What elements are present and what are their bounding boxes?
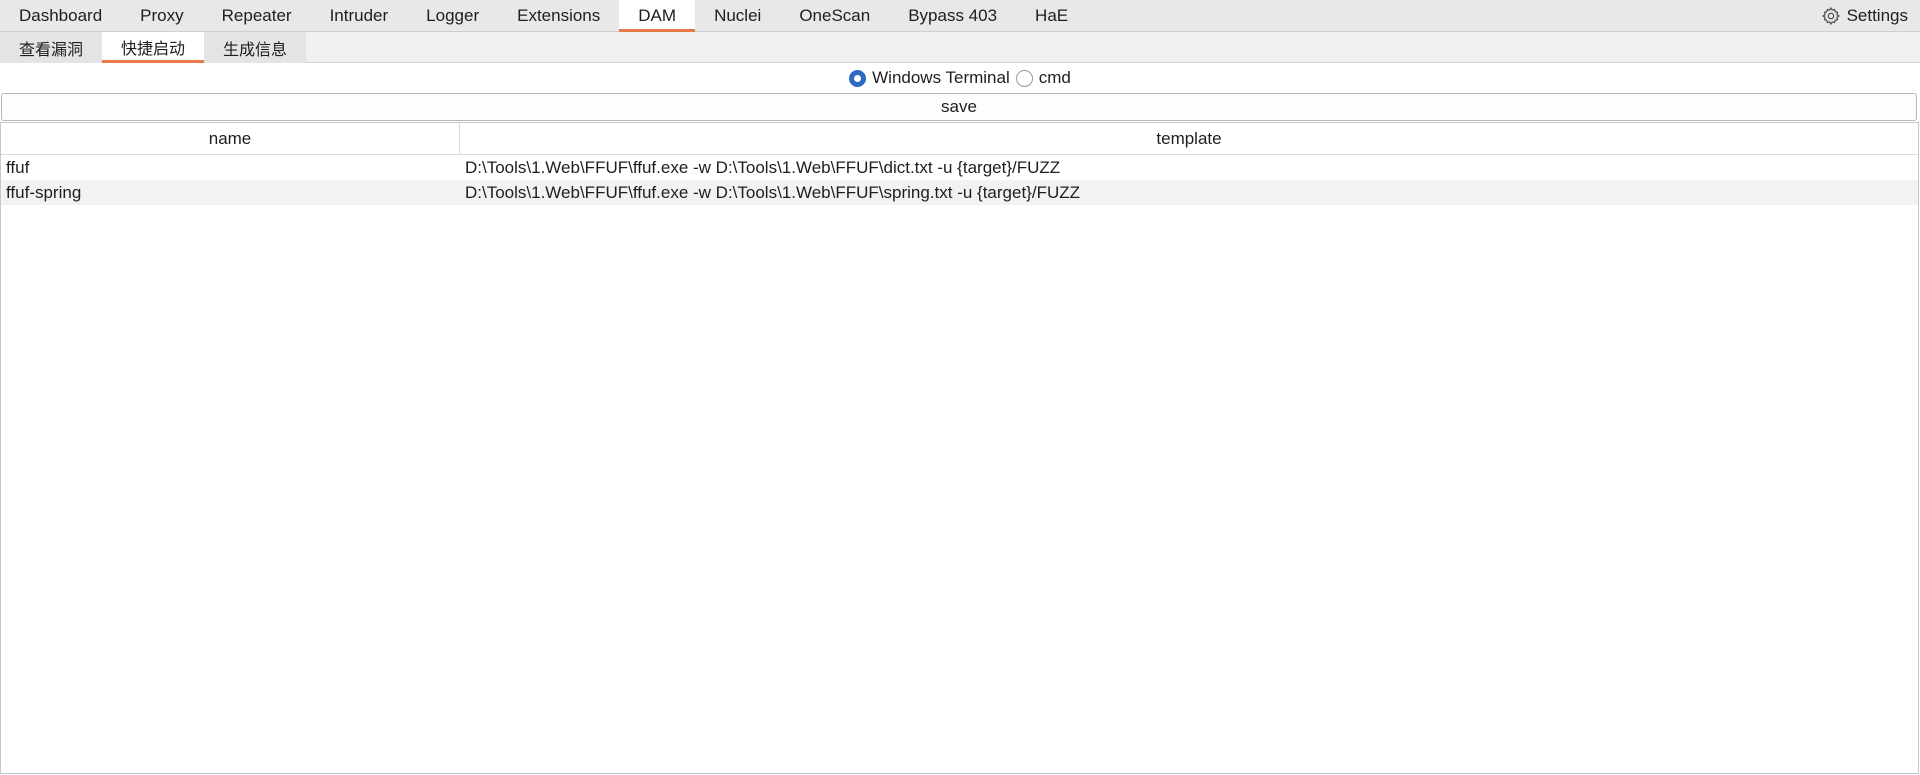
- main-tabs: Dashboard Proxy Repeater Intruder Logger…: [0, 0, 1087, 32]
- tab-label: Logger: [426, 6, 480, 25]
- template-table: name template ffuf D:\Tools\1.Web\FFUF\f…: [0, 122, 1919, 774]
- tab-label: HaE: [1035, 6, 1069, 25]
- subtab-quick-launch[interactable]: 快捷启动: [102, 32, 205, 63]
- subtab-label: 查看漏洞: [19, 41, 84, 59]
- tab-label: Proxy: [140, 6, 184, 25]
- radio-checked-icon[interactable]: [849, 69, 867, 87]
- subtab-view-vulns[interactable]: 查看漏洞: [0, 32, 103, 63]
- table-row[interactable]: ffuf D:\Tools\1.Web\FFUF\ffuf.exe -w D:\…: [1, 155, 1918, 180]
- radio-windows-terminal[interactable]: Windows Terminal: [849, 68, 1010, 88]
- tab-dam[interactable]: DAM: [619, 0, 696, 32]
- tab-repeater[interactable]: Repeater: [203, 0, 311, 32]
- sub-tabs: 查看漏洞 快捷启动 生成信息: [0, 32, 307, 63]
- cell-template[interactable]: D:\Tools\1.Web\FFUF\ffuf.exe -w D:\Tools…: [460, 183, 1918, 203]
- column-header-name[interactable]: name: [1, 123, 460, 154]
- save-label: save: [941, 97, 977, 116]
- table-header: name template: [1, 123, 1918, 155]
- tab-label: Nuclei: [714, 6, 762, 25]
- tab-label: Intruder: [329, 6, 389, 25]
- tab-hae[interactable]: HaE: [1016, 0, 1087, 32]
- cell-name[interactable]: ffuf: [1, 158, 460, 178]
- save-button[interactable]: save: [1, 93, 1917, 121]
- cell-name[interactable]: ffuf-spring: [1, 183, 460, 203]
- subtab-generate-info[interactable]: 生成信息: [204, 32, 307, 63]
- tab-label: Repeater: [221, 6, 292, 25]
- subtab-label: 快捷启动: [121, 41, 186, 58]
- tab-intruder[interactable]: Intruder: [311, 0, 408, 32]
- tab-label: Bypass 403: [908, 6, 998, 25]
- terminal-selector: Windows Terminal cmd: [0, 64, 1920, 92]
- tab-dashboard[interactable]: Dashboard: [0, 0, 121, 32]
- settings-button[interactable]: Settings: [1821, 0, 1908, 32]
- tab-bypass-403[interactable]: Bypass 403: [889, 0, 1016, 32]
- tab-proxy[interactable]: Proxy: [121, 0, 202, 32]
- subtab-label: 生成信息: [223, 41, 288, 59]
- sub-tab-bar: 查看漏洞 快捷启动 生成信息: [0, 32, 1920, 63]
- table-row[interactable]: ffuf-spring D:\Tools\1.Web\FFUF\ffuf.exe…: [1, 180, 1918, 205]
- tab-label: DAM: [638, 5, 677, 25]
- tab-logger[interactable]: Logger: [407, 0, 498, 32]
- column-header-template[interactable]: template: [460, 123, 1918, 154]
- tab-extensions[interactable]: Extensions: [498, 0, 619, 32]
- column-label: template: [1156, 128, 1222, 148]
- tab-label: OneScan: [799, 6, 871, 25]
- radio-label: Windows Terminal: [872, 68, 1010, 87]
- column-label: name: [208, 128, 252, 148]
- radio-unchecked-icon[interactable]: [1015, 69, 1033, 87]
- settings-label: Settings: [1846, 6, 1908, 25]
- main-tab-bar: Dashboard Proxy Repeater Intruder Logger…: [0, 0, 1920, 32]
- tab-label: Dashboard: [19, 6, 103, 25]
- radio-cmd[interactable]: cmd: [1015, 68, 1071, 88]
- tab-label: Extensions: [517, 6, 601, 25]
- radio-label: cmd: [1038, 68, 1071, 87]
- app-window: Dashboard Proxy Repeater Intruder Logger…: [0, 0, 1920, 775]
- cell-template[interactable]: D:\Tools\1.Web\FFUF\ffuf.exe -w D:\Tools…: [460, 158, 1918, 178]
- tab-onescan[interactable]: OneScan: [780, 0, 889, 32]
- tab-nuclei[interactable]: Nuclei: [695, 0, 780, 32]
- gear-icon: [1821, 6, 1841, 26]
